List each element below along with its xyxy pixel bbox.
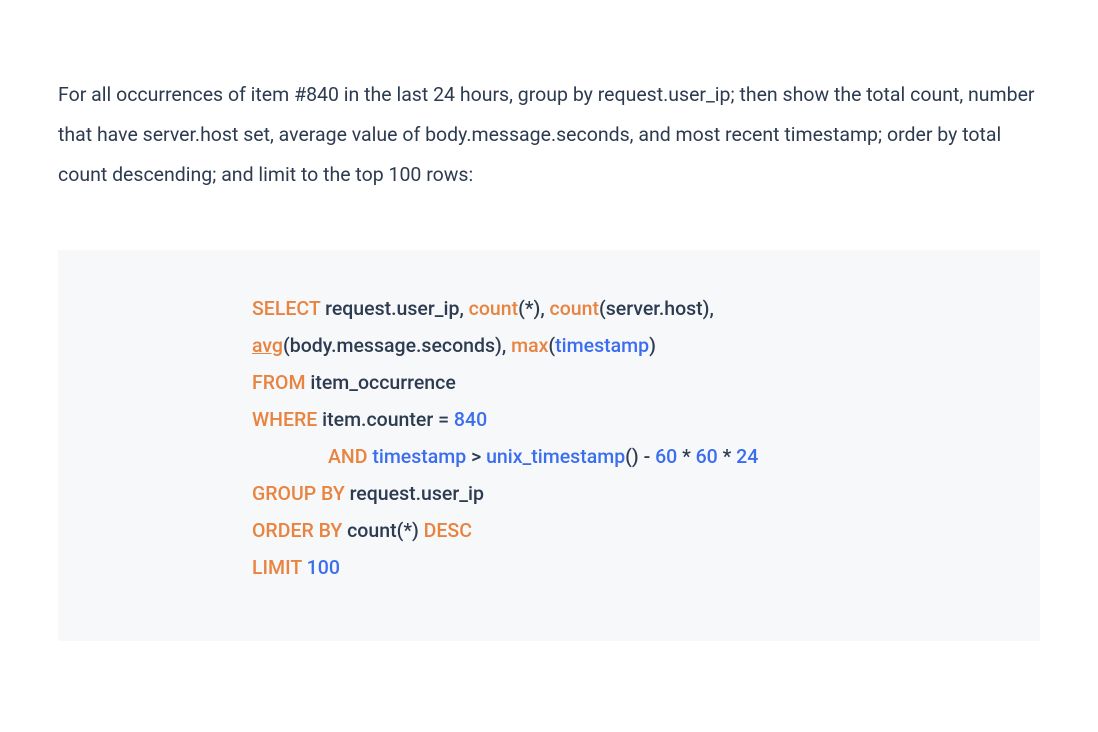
code-line-1: SELECT request.user_ip, count(*), count(… [252, 290, 980, 327]
operator-gt: > [466, 445, 486, 468]
keyword-and: AND [328, 445, 368, 468]
code-line-7: ORDER BY count(*) DESC [252, 512, 980, 549]
paren-open: ( [283, 334, 290, 357]
number-100: 100 [307, 556, 340, 579]
field-timestamp: timestamp [555, 334, 649, 357]
function-count: count [469, 297, 518, 320]
comma: , [459, 297, 468, 320]
where-condition: item.counter = [317, 408, 454, 431]
field-server-host: server.host [606, 297, 703, 320]
function-count: count [342, 519, 396, 542]
description-text: For all occurrences of item #840 in the … [58, 75, 1040, 195]
keyword-order-by: ORDER BY [252, 519, 342, 542]
keyword-desc: DESC [424, 519, 472, 542]
code-line-2: avg(body.message.seconds), max(timestamp… [252, 327, 980, 364]
number-24: 24 [736, 445, 758, 468]
keyword-select: SELECT [252, 297, 320, 320]
operator-star: * [677, 445, 695, 468]
parens: () [625, 445, 639, 468]
function-max: max [511, 334, 548, 357]
number-60: 60 [655, 445, 677, 468]
keyword-limit: LIMIT [252, 556, 302, 579]
code-line-5: AND timestamp > unix_timestamp() - 60 * … [252, 438, 980, 475]
operator-star: * [718, 445, 736, 468]
paren-open: ( [599, 297, 606, 320]
field-timestamp: timestamp [372, 445, 466, 468]
keyword-where: WHERE [252, 408, 317, 431]
number-840: 840 [454, 408, 487, 431]
code-content: SELECT request.user_ip, count(*), count(… [252, 290, 980, 586]
table-item-occurrence: item_occurrence [306, 371, 456, 394]
number-60: 60 [696, 445, 718, 468]
keyword-group-by: GROUP BY [252, 482, 345, 505]
field-body-message-seconds: body.message.seconds [290, 334, 495, 357]
comma: , [540, 297, 549, 320]
paren-close: ) [495, 334, 502, 357]
paren-close: ) [649, 334, 656, 357]
paren-star: (*) [397, 519, 424, 542]
comma: , [502, 334, 511, 357]
paren-star: (*) [518, 297, 540, 320]
function-avg: avg [252, 334, 283, 357]
function-unix-timestamp: unix_timestamp [486, 445, 625, 468]
function-count: count [550, 297, 599, 320]
code-line-3: FROM item_occurrence [252, 364, 980, 401]
keyword-from: FROM [252, 371, 306, 394]
code-block: SELECT request.user_ip, count(*), count(… [58, 250, 1040, 641]
field-request-user-ip: request.user_ip [345, 482, 484, 505]
code-line-8: LIMIT 100 [252, 549, 980, 586]
code-line-4: WHERE item.counter = 840 [252, 401, 980, 438]
code-line-6: GROUP BY request.user_ip [252, 475, 980, 512]
paren-close: ), [703, 297, 714, 320]
operator-minus: - [639, 445, 655, 468]
field-request-user-ip: request.user_ip [320, 297, 459, 320]
